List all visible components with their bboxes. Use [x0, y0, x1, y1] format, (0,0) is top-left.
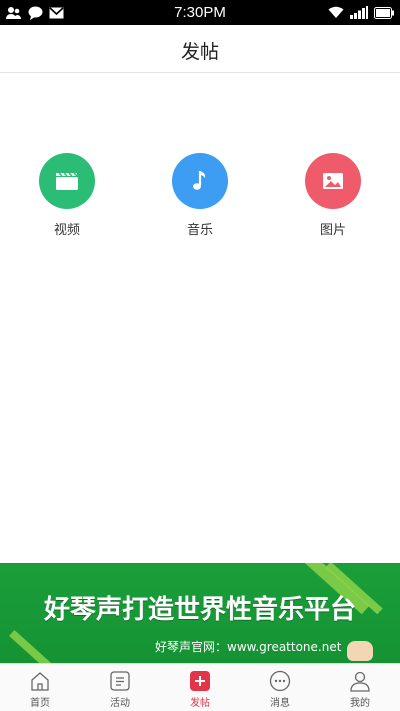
tab-home[interactable]: 首页 [0, 664, 80, 711]
post-music-option[interactable]: 音乐 [155, 153, 245, 243]
post-music-label: 音乐 [186, 223, 213, 238]
tab-post[interactable]: 发帖 [160, 664, 240, 711]
tab-me-label: 我的 [350, 698, 370, 709]
page-title: 发帖 [180, 41, 219, 63]
pointing-hand-icon [347, 641, 373, 661]
tab-me[interactable]: 我的 [320, 664, 400, 711]
post-type-options: 视频 音乐 图片 [0, 153, 400, 243]
tab-post-label: 发帖 [190, 698, 210, 709]
tab-activity[interactable]: 活动 [80, 664, 160, 711]
status-right-icons [328, 5, 394, 20]
status-bar: 7:30PM [0, 0, 400, 25]
video-icon [39, 153, 95, 209]
post-video-option[interactable]: 视频 [22, 153, 112, 243]
chat-icon [269, 670, 291, 692]
battery-icon [374, 6, 394, 19]
banner-headline: 好琴声打造世界性音乐平台 [43, 595, 356, 625]
user-icon [349, 670, 371, 692]
list-icon [109, 670, 131, 692]
post-image-option[interactable]: 图片 [288, 153, 378, 243]
post-video-label: 视频 [53, 223, 80, 238]
post-image-label: 图片 [319, 223, 346, 238]
wifi-icon [328, 6, 344, 19]
banner-stripe [9, 629, 59, 663]
music-note-icon [172, 153, 228, 209]
title-bar: 发帖 [0, 25, 400, 73]
image-icon [305, 153, 361, 209]
tab-activity-label: 活动 [110, 698, 130, 709]
tab-messages[interactable]: 消息 [240, 664, 320, 711]
tab-home-label: 首页 [30, 698, 50, 709]
banner-subline: 好琴声官网：www.greattone.net [155, 640, 342, 654]
bottom-tab-bar: 首页 活动 发帖 消息 我的 [0, 663, 400, 711]
signal-icon [350, 6, 368, 19]
tab-messages-label: 消息 [270, 698, 290, 709]
plus-icon [189, 670, 211, 692]
promo-banner[interactable]: 好琴声打造世界性音乐平台 好琴声官网：www.greattone.net [0, 563, 400, 663]
home-icon [29, 670, 51, 692]
